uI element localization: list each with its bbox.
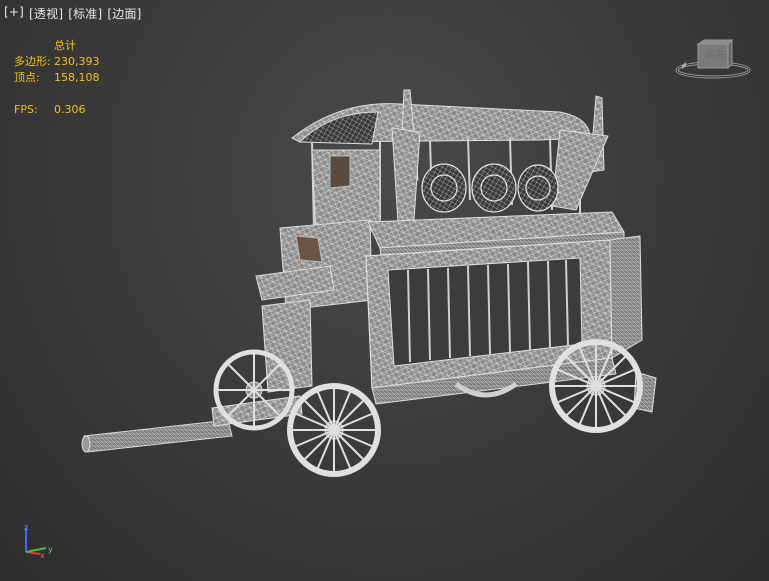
wheel-front-left: [213, 349, 295, 431]
canopy-roof: [291, 103, 591, 145]
wireframe-wagon-model[interactable]: [0, 0, 769, 581]
barrels: [421, 163, 559, 213]
axis-y-label: y: [48, 545, 53, 554]
axis-z-label: z: [24, 523, 28, 532]
wheel-front-right: [287, 383, 381, 477]
wheel-rear-right: [549, 339, 643, 433]
axis-tripod-gizmo: z x y: [24, 523, 53, 560]
axis-x-label: x: [40, 551, 45, 560]
